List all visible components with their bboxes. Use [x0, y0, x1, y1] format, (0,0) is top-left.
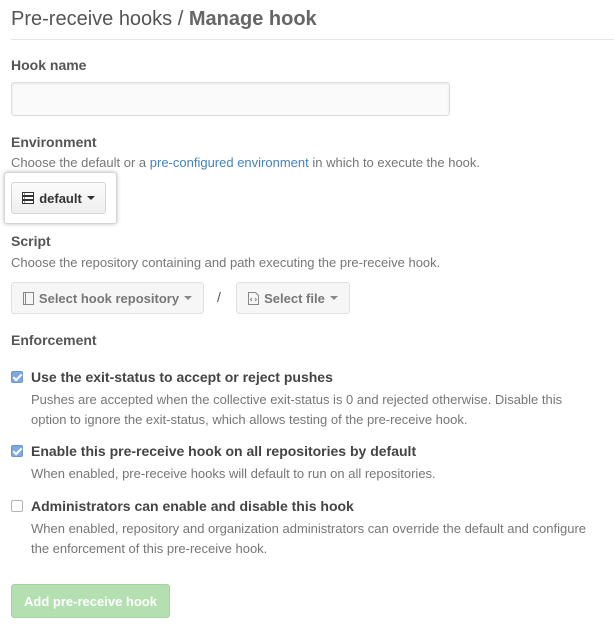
enforcement-option-description: Pushes are accepted when the collective …	[31, 392, 563, 427]
select-file-button[interactable]: Select file	[236, 282, 350, 314]
admin-override-checkbox[interactable]	[11, 500, 23, 512]
script-note: Choose the repository containing and pat…	[11, 255, 441, 270]
enforcement-option-description: When enabled, pre-receive hooks will def…	[31, 466, 436, 481]
environment-note: Choose the default or a pre-configured e…	[11, 155, 480, 170]
path-separator: /	[217, 289, 221, 305]
select-hook-repository-label: Select hook repository	[38, 290, 180, 306]
chevron-down-icon	[86, 196, 95, 200]
enforcement-option-title: Use the exit-status to accept or reject …	[31, 369, 333, 385]
environment-note-after: in which to execute the hook.	[308, 155, 481, 170]
chevron-down-icon	[184, 296, 193, 300]
hook-name-label: Hook name	[11, 57, 87, 73]
pre-configured-environment-link[interactable]: pre-configured environment	[150, 155, 309, 170]
add-pre-receive-hook-button[interactable]: Add pre-receive hook	[11, 584, 170, 618]
script-label: Script	[11, 233, 51, 249]
manage-hook-page: Pre-receive hooks / Manage hook Hook nam…	[0, 0, 614, 626]
exit-status-checkbox[interactable]	[11, 371, 23, 383]
title-divider	[11, 39, 614, 40]
chevron-down-icon	[329, 296, 338, 300]
file-code-icon	[248, 291, 260, 305]
server-icon	[22, 192, 35, 204]
environment-note-before: Choose the default or a	[11, 155, 150, 170]
environment-select-button[interactable]: default	[11, 182, 106, 214]
enforcement-option-title: Enable this pre-receive hook on all repo…	[31, 443, 417, 459]
select-file-label: Select file	[264, 290, 325, 306]
page-title-prefix: Pre-receive hooks /	[11, 8, 189, 30]
environment-select-label: default	[39, 190, 82, 206]
hook-name-input[interactable]	[11, 82, 450, 116]
page-title-strong: Manage hook	[188, 8, 317, 30]
all-repositories-checkbox[interactable]	[11, 445, 23, 457]
select-hook-repository-button[interactable]: Select hook repository	[11, 282, 204, 314]
page-title: Pre-receive hooks / Manage hook	[11, 7, 317, 31]
enforcement-label: Enforcement	[11, 332, 97, 348]
enforcement-option-title: Administrators can enable and disable th…	[31, 498, 354, 514]
repo-icon	[22, 291, 34, 305]
environment-label: Environment	[11, 134, 97, 150]
enforcement-option-description: When enabled, repository and organizatio…	[31, 521, 587, 556]
